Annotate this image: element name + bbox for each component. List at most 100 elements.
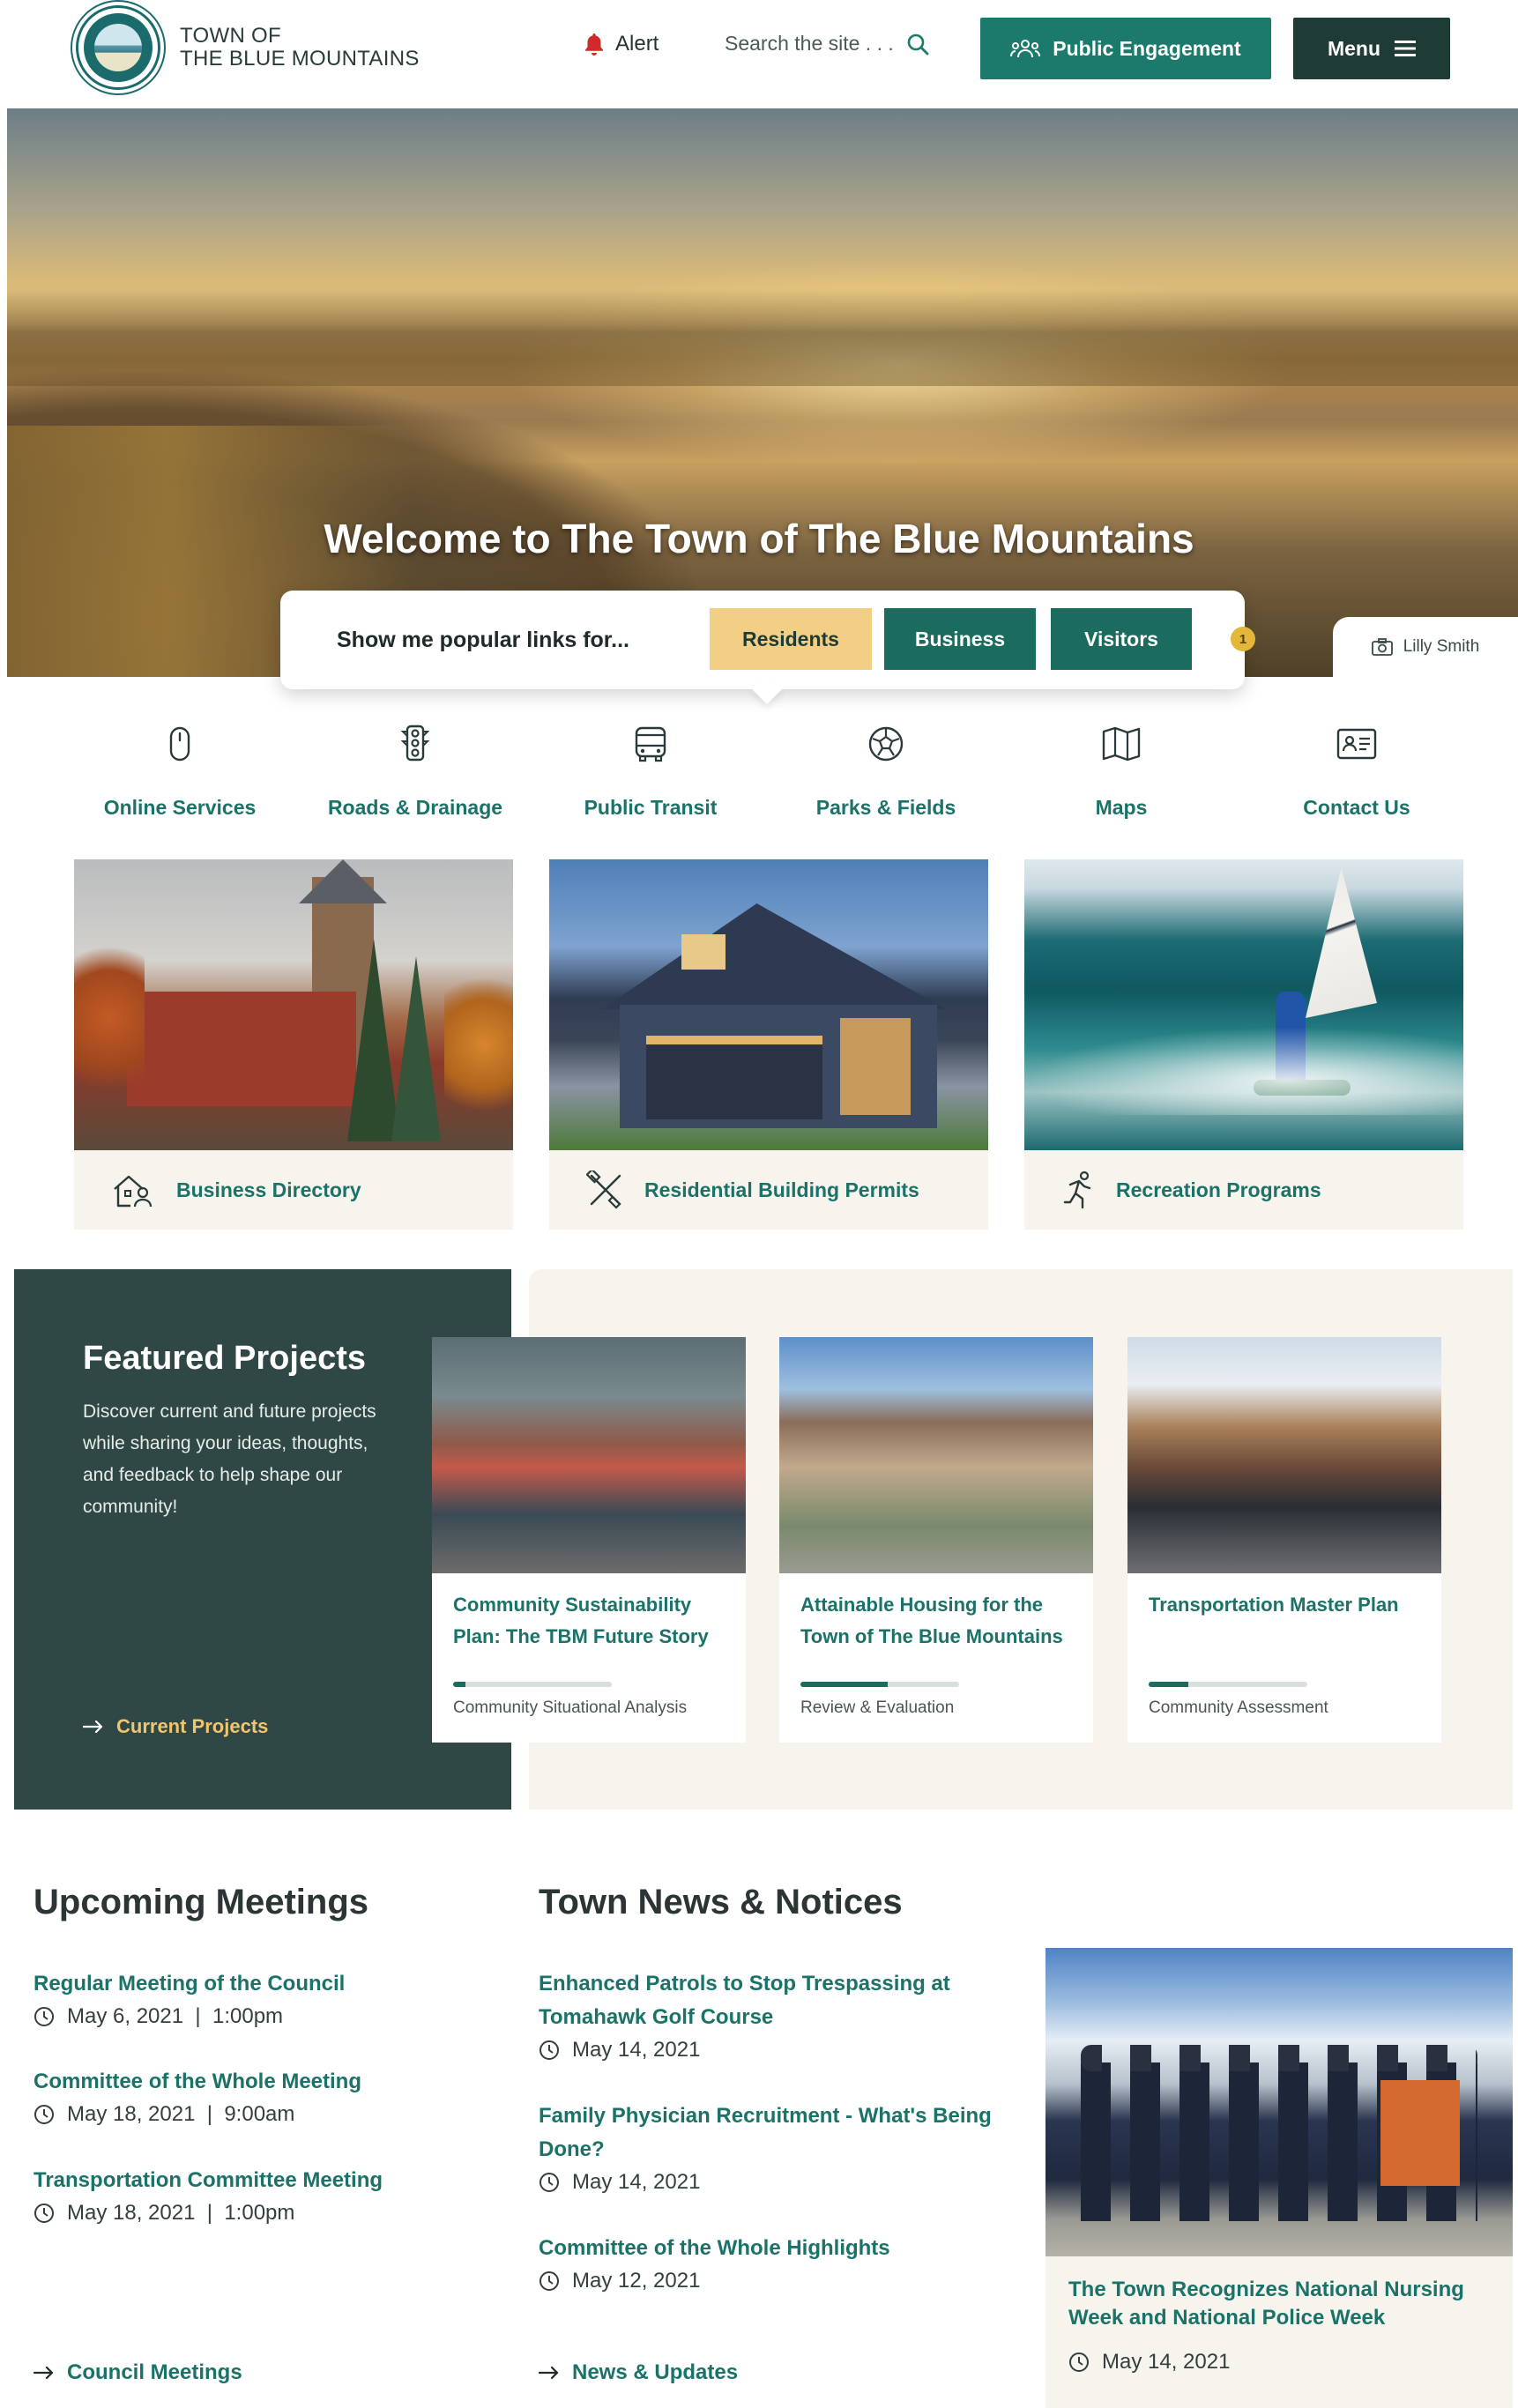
featured-projects-title: Featured Projects [83,1340,366,1377]
clock-icon [539,2173,559,2192]
quick-link-parks-fields[interactable]: Parks & Fields [780,723,992,820]
meeting-title[interactable]: Committee of the Whole Meeting [33,2065,361,2099]
meeting-date-text: May 6, 2021 | 1:00pm [67,2004,284,2028]
news-date-text: May 14, 2021 [572,2170,701,2194]
marathon-photo [432,1337,746,1573]
card-residential-building-permits[interactable]: Residential Building Permits [549,859,988,1230]
arrow-right-icon [539,2366,559,2380]
card-label: Recreation Programs [1116,1178,1321,1201]
card-business-directory[interactable]: Business Directory [74,859,513,1230]
bell-icon [585,33,603,56]
house-photo [549,859,988,1150]
quick-link-public-transit[interactable]: Public Transit [545,723,756,820]
notification-badge[interactable]: 1 [1231,627,1255,651]
featured-news-date: May 14, 2021 [1068,2350,1230,2375]
clock-icon [539,2040,559,2060]
police-nurses-photo [1045,1948,1513,2256]
card-caption: Business Directory [74,1150,513,1230]
featured-news-card[interactable]: The Town Recognizes National Nursing Wee… [1045,1948,1513,2408]
project-stage: Review & Evaluation [800,1698,955,1717]
news-item[interactable]: Family Physician Recruitment - What's Be… [539,2100,997,2195]
people-group-icon [1010,40,1041,58]
news-title[interactable]: Enhanced Patrols to Stop Trespassing at … [539,1967,997,2034]
photo-credit[interactable]: Lilly Smith [1333,617,1518,677]
meeting-item[interactable]: Regular Meeting of the Council May 6, 20… [33,1967,345,2029]
village-photo [74,859,513,1150]
council-meetings-label: Council Meetings [67,2360,242,2384]
news-updates-link[interactable]: News & Updates [539,2360,738,2385]
quick-link-contact-us[interactable]: Contact Us [1251,723,1462,820]
meeting-title[interactable]: Regular Meeting of the Council [33,1967,345,2001]
project-title: Community Sustainability Plan: The TBM F… [453,1594,709,1647]
card-label: Business Directory [176,1178,361,1201]
project-title: Transportation Master Plan [1149,1594,1399,1616]
quick-link-label: Parks & Fields [815,796,956,819]
council-meetings-link[interactable]: Council Meetings [33,2360,242,2385]
news-title[interactable]: Committee of the Whole Highlights [539,2232,997,2265]
news-date-text: May 12, 2021 [572,2269,701,2293]
quick-link-roads-drainage[interactable]: Roads & Drainage [309,723,521,820]
meeting-date: May 6, 2021 | 1:00pm [33,2004,345,2029]
meeting-item[interactable]: Committee of the Whole Meeting May 18, 2… [33,2065,361,2127]
news-item[interactable]: Committee of the Whole Highlights May 12… [539,2232,997,2293]
quick-link-label: Maps [1095,796,1148,819]
meeting-date: May 18, 2021 | 1:00pm [33,2201,383,2226]
clock-icon [539,2271,559,2291]
current-projects-link[interactable]: Current Projects [83,1715,268,1738]
alert-link[interactable]: Alert [584,32,659,56]
menu-button[interactable]: Menu [1293,18,1450,79]
search-icon[interactable] [906,33,929,56]
card-caption: Residential Building Permits [549,1150,988,1230]
project-progress-bar [800,1682,959,1687]
news-updates-label: News & Updates [572,2360,739,2384]
meeting-date: May 18, 2021 | 9:00am [33,2102,361,2127]
quick-link-label: Contact Us [1303,796,1410,819]
project-card[interactable]: Attainable Housing for the Town of The B… [779,1337,1093,1743]
town-news-title: Town News & Notices [539,1883,903,1921]
project-card[interactable]: Transportation Master Plan Community Ass… [1127,1337,1441,1743]
clock-icon [34,2007,54,2026]
project-progress-bar [453,1682,612,1687]
town-logo[interactable] [76,5,160,90]
card-recreation-programs[interactable]: Recreation Programs [1024,859,1463,1230]
current-projects-label: Current Projects [116,1715,269,1737]
card-caption: Recreation Programs [1024,1150,1463,1230]
hamburger-icon [1395,41,1417,56]
bus-icon [635,726,666,762]
public-engagement-button[interactable]: Public Engagement [980,18,1271,79]
meeting-date-text: May 18, 2021 | 9:00am [67,2102,295,2126]
meeting-item[interactable]: Transportation Committee Meeting May 18,… [33,2164,383,2226]
news-title[interactable]: Family Physician Recruitment - What's Be… [539,2100,997,2166]
traffic-light-icon [400,725,430,762]
audience-visitors-button[interactable]: Visitors [1051,608,1192,670]
card-label: Residential Building Permits [644,1178,919,1201]
logo-line-2: THE BLUE MOUNTAINS [180,47,420,71]
news-date: May 14, 2021 [539,2038,997,2062]
meeting-title[interactable]: Transportation Committee Meeting [33,2164,383,2197]
alert-label: Alert [615,32,659,56]
search-box[interactable]: Search the site . . . [725,32,929,56]
logo-line-1: TOWN OF [180,24,281,48]
project-title: Attainable Housing for the Town of The B… [800,1594,1063,1647]
building-permits-icon [586,1171,621,1209]
audience-residents-button[interactable]: Residents [710,608,872,670]
popular-links-label: Show me popular links for... [337,628,629,652]
audience-business-button[interactable]: Business [884,608,1036,670]
news-date: May 14, 2021 [539,2170,997,2195]
featured-news-title[interactable]: The Town Recognizes National Nursing Wee… [1068,2276,1492,2332]
contact-card-icon [1336,728,1377,760]
quick-link-online-services[interactable]: Online Services [74,723,286,820]
logo-wordmark[interactable]: TOWN OF THE BLUE MOUNTAINS [180,25,420,71]
news-date-text: May 14, 2021 [572,2038,701,2062]
arrow-right-icon [33,2366,54,2380]
quick-link-maps[interactable]: Maps [1016,723,1227,820]
quick-link-label: Online Services [103,796,257,819]
recreation-icon [1063,1171,1091,1209]
upcoming-meetings-title: Upcoming Meetings [33,1883,369,1921]
project-card[interactable]: Community Sustainability Plan: The TBM F… [432,1337,746,1743]
housing-rendering-photo [779,1337,1093,1573]
hero-title: Welcome to The Town of The Blue Mountain… [324,516,1194,561]
mouse-icon [169,726,190,762]
news-item[interactable]: Enhanced Patrols to Stop Trespassing at … [539,1967,997,2062]
search-input[interactable]: Search the site . . . [725,32,894,56]
